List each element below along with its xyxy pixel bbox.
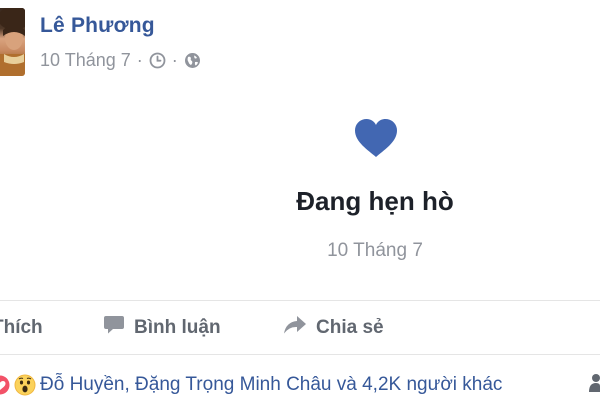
love-reaction-icon xyxy=(0,374,10,396)
like-button[interactable]: Thích xyxy=(0,313,43,343)
life-event-date: 10 Tháng 7 xyxy=(327,240,423,261)
share-button[interactable]: Chia sẻ xyxy=(283,313,384,343)
meta-separator-2: · xyxy=(171,50,178,70)
share-icon xyxy=(283,315,307,341)
like-label: Thích xyxy=(0,317,43,338)
author-name[interactable]: Lê Phương xyxy=(40,14,155,38)
clock-icon xyxy=(149,52,166,69)
post-meta: 10 Tháng 7 · · xyxy=(40,49,201,71)
post-timestamp[interactable]: 10 Tháng 7 xyxy=(40,50,131,71)
meta-separator: · xyxy=(136,50,143,70)
action-bar: Thích Bình luận Chia sẻ xyxy=(0,313,600,343)
reactions-text[interactable]: Đỗ Huyền, Đặng Trọng Minh Châu và 4,2K n… xyxy=(40,374,502,396)
facebook-post: Lê Phương 10 Tháng 7 · · Đang hẹn hò 10 … xyxy=(0,0,600,400)
life-event-title: Đang hẹn hò xyxy=(296,186,454,216)
comment-label: Bình luận xyxy=(134,317,221,338)
reactions-summary[interactable]: Đỗ Huyền, Đặng Trọng Minh Châu và 4,2K n… xyxy=(0,370,502,400)
avatar[interactable] xyxy=(0,8,25,76)
divider xyxy=(0,354,600,355)
share-label: Chia sẻ xyxy=(316,317,384,338)
heart-icon xyxy=(354,118,398,163)
wow-reaction-icon xyxy=(14,374,36,396)
reaction-people-icon[interactable] xyxy=(588,372,600,399)
divider xyxy=(0,300,600,301)
globe-icon[interactable] xyxy=(184,52,201,69)
comment-icon xyxy=(103,315,125,341)
comment-button[interactable]: Bình luận xyxy=(103,313,221,343)
